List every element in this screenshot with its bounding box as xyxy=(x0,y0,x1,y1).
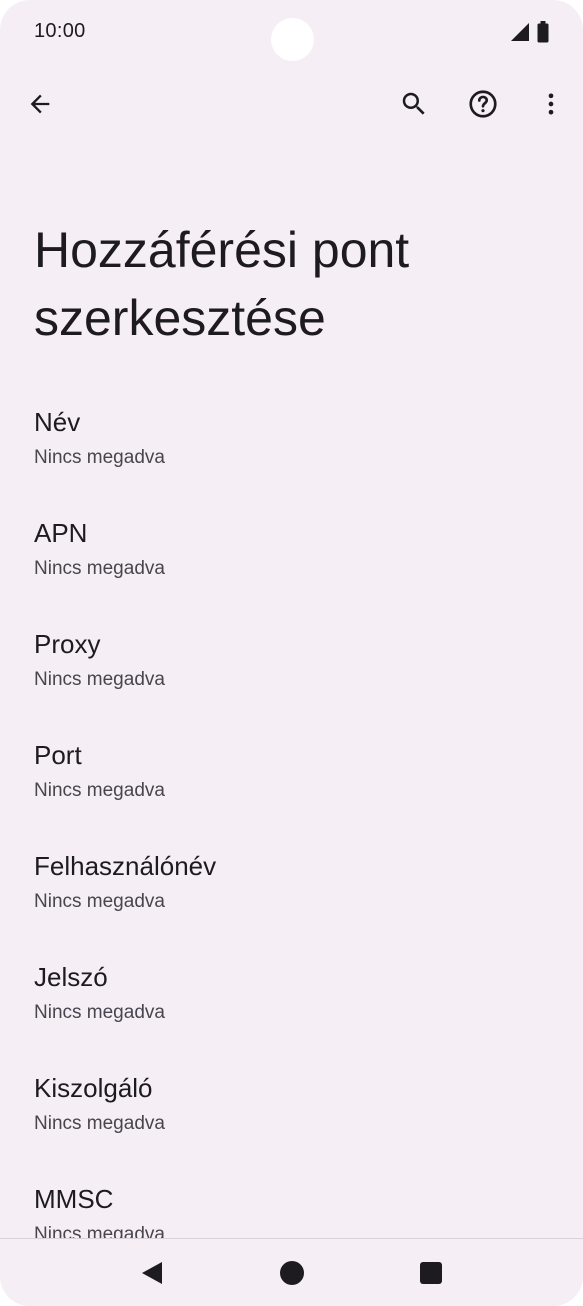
nav-back-icon xyxy=(142,1262,162,1284)
setting-title: Port xyxy=(34,740,82,770)
setting-title: Proxy xyxy=(34,629,101,659)
nav-home-button[interactable] xyxy=(268,1253,316,1293)
setting-summary: Nincs megadva xyxy=(34,669,165,690)
help-button[interactable] xyxy=(459,80,507,128)
setting-summary: Nincs megadva xyxy=(34,891,165,912)
setting-item-nev[interactable]: Név Nincs megadva xyxy=(0,395,583,506)
setting-title: MMSC xyxy=(34,1184,114,1214)
setting-summary: Nincs megadva xyxy=(34,1113,165,1134)
setting-item-apn[interactable]: APN Nincs megadva xyxy=(0,506,583,617)
setting-summary: Nincs megadva xyxy=(34,558,165,579)
setting-summary: Nincs megadva xyxy=(34,780,165,801)
setting-title: APN xyxy=(34,518,88,548)
toolbar xyxy=(0,72,583,136)
setting-title: Felhasználónév xyxy=(34,851,217,881)
more-options-button[interactable] xyxy=(527,80,575,128)
search-icon xyxy=(402,92,425,115)
status-bar: 10:00 xyxy=(0,0,583,64)
back-button[interactable] xyxy=(16,80,64,128)
nav-back-button[interactable] xyxy=(128,1253,176,1293)
setting-item-proxy[interactable]: Proxy Nincs megadva xyxy=(0,617,583,728)
nav-home-icon xyxy=(280,1261,304,1285)
navigation-bar xyxy=(0,1238,583,1306)
arrow-left-icon xyxy=(30,94,50,114)
page-title: Hozzáférési pont szerkesztése xyxy=(34,222,410,346)
nav-recents-button[interactable] xyxy=(407,1253,455,1293)
setting-summary: Nincs megadva xyxy=(34,1002,165,1023)
help-icon xyxy=(469,90,497,118)
setting-title: Név xyxy=(34,407,81,437)
setting-summary: Nincs megadva xyxy=(34,447,165,468)
setting-title: Kiszolgáló xyxy=(34,1073,153,1103)
camera-cutout xyxy=(271,18,314,61)
phone-screen: 10:00 Hozzáférési pont szerkesztése Név … xyxy=(0,0,583,1306)
setting-title: Jelszó xyxy=(34,962,108,992)
setting-item-port[interactable]: Port Nincs megadva xyxy=(0,728,583,839)
setting-item-username[interactable]: Felhasználónév Nincs megadva xyxy=(0,839,583,950)
nav-recents-icon xyxy=(420,1262,442,1284)
battery-icon xyxy=(537,21,549,43)
search-button[interactable] xyxy=(390,80,438,128)
signal-icon xyxy=(511,23,529,41)
more-vert-icon xyxy=(548,93,554,115)
setting-item-server[interactable]: Kiszolgáló Nincs megadva xyxy=(0,1061,583,1172)
status-time: 10:00 xyxy=(34,20,86,42)
setting-item-password[interactable]: Jelszó Nincs megadva xyxy=(0,950,583,1061)
